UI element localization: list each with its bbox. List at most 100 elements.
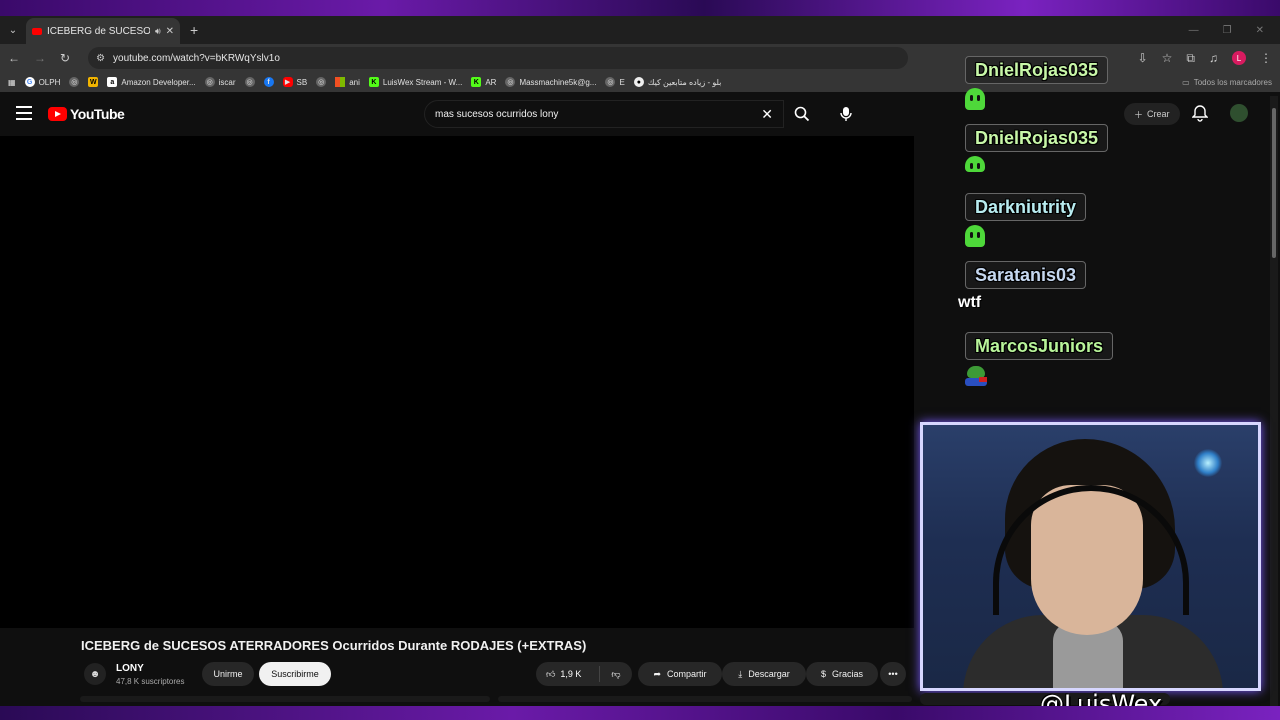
video-player[interactable] <box>0 136 914 628</box>
search-button[interactable] <box>784 100 820 128</box>
new-tab-button[interactable]: + <box>190 22 198 38</box>
bookmark-item[interactable]: ◎ <box>316 77 327 87</box>
bookmark-item[interactable]: G OLPH <box>24 77 60 87</box>
chat-username: Darkniutrity <box>965 193 1087 221</box>
bookmark-item[interactable]: ◎ E <box>605 77 625 87</box>
globe-icon: ◎ <box>316 77 327 87</box>
minimize-icon[interactable]: — <box>1189 25 1199 36</box>
bookmark-item[interactable]: K AR <box>471 77 496 87</box>
kick-icon: K <box>368 77 379 87</box>
share-icon: ➦ <box>653 668 662 679</box>
bookmark-item[interactable]: ani <box>335 77 360 87</box>
bookmark-item[interactable]: ◎ Massmachine5k@g... <box>505 77 596 87</box>
bookmark-item[interactable]: K LuisWex Stream - W... <box>368 77 462 87</box>
youtube-logo-text: YouTube <box>70 106 125 122</box>
back-icon[interactable]: ← <box>8 51 20 65</box>
w-icon: W <box>88 77 99 87</box>
join-button[interactable]: Unirme <box>202 662 254 686</box>
install-app-icon[interactable]: ⇩ <box>1138 51 1148 65</box>
close-tab-icon[interactable]: ✕ <box>166 26 174 37</box>
clear-search-icon[interactable]: ✕ <box>761 106 773 123</box>
tab-title: ICEBERG de SUCESOS ATERR <box>47 25 150 37</box>
thanks-button[interactable]: $ Gracias <box>806 662 878 686</box>
download-icon: ⤓ <box>738 668 743 679</box>
thumbs-up-icon: 👍︎ <box>546 668 556 679</box>
notifications-bell-icon[interactable] <box>1191 104 1209 127</box>
browser-tab[interactable]: ICEBERG de SUCESOS ATERR 🔊︎ ✕ <box>26 18 180 44</box>
bookmark-item[interactable]: W <box>88 77 99 87</box>
bookmark-item[interactable]: ▶ SB <box>282 77 307 87</box>
chat-message: Saratanis03 <box>965 261 1087 289</box>
download-button[interactable]: ⤓ Descargar <box>722 662 806 686</box>
bookmark-item[interactable]: f <box>263 77 274 87</box>
microsoft-icon <box>335 77 346 87</box>
bookmark-star-icon[interactable]: ☆ <box>1162 51 1173 65</box>
google-icon: G <box>24 77 35 87</box>
more-actions-button[interactable]: ••• <box>880 662 906 686</box>
all-bookmarks-folder[interactable]: ▭ Todos los marcadores <box>1182 78 1272 87</box>
bookmark-item[interactable]: ◎ iscar <box>204 77 236 87</box>
apps-grid-icon[interactable]: ▦ <box>8 78 16 87</box>
site-info-icon[interactable]: ⚙︎ <box>96 53 105 64</box>
bookmark-item[interactable]: a Amazon Developer... <box>107 77 196 87</box>
page-scrollbar[interactable] <box>1270 96 1278 706</box>
chat-username: DnielRojas035 <box>965 56 1109 84</box>
profile-avatar[interactable]: L <box>1232 51 1246 65</box>
subscribe-button[interactable]: Suscribirme <box>259 662 331 686</box>
green-blob-emote <box>965 156 985 172</box>
chat-username: DnielRojas035 <box>965 124 1109 152</box>
chat-message: DnielRojas035 <box>965 124 1109 172</box>
forward-icon[interactable]: → <box>34 51 46 65</box>
search-query[interactable]: mas sucesos ocurridos lony <box>435 109 558 120</box>
like-button[interactable]: 👍︎ 1,9 K <box>536 666 600 682</box>
channel-name[interactable]: LONY <box>116 663 144 674</box>
user-avatar[interactable] <box>1230 104 1248 122</box>
background-light <box>1194 449 1222 477</box>
url-text[interactable]: youtube.com/watch?v=bKRWqYslv1o <box>113 53 280 64</box>
microphone-icon <box>840 107 852 121</box>
speaker-icon[interactable]: 🔊︎ <box>155 26 161 37</box>
globe-icon: ◎ <box>69 77 80 87</box>
share-button[interactable]: ➦ Compartir <box>638 662 722 686</box>
bookmark-item[interactable]: ● بلو - زياده متابعين كيك <box>633 77 721 87</box>
amazon-icon: a <box>107 77 118 87</box>
extensions-icon[interactable]: ⧉ <box>1186 51 1195 66</box>
description-box-edge <box>80 696 490 702</box>
media-control-icon[interactable]: ♫ <box>1209 51 1218 65</box>
channel-avatar[interactable]: ☻ <box>84 663 106 685</box>
create-button[interactable]: ＋ Crear <box>1124 103 1180 125</box>
bookmark-item[interactable]: ◎ <box>69 77 80 87</box>
dislike-button[interactable]: 👎︎ <box>600 669 632 680</box>
search-input[interactable]: mas sucesos ocurridos lony ✕ <box>424 100 784 128</box>
video-title: ICEBERG de SUCESOS ATERRADORES Ocurridos… <box>81 638 587 653</box>
globe-icon: ◎ <box>505 77 516 87</box>
chat-username: Saratanis03 <box>965 261 1087 289</box>
menu-kebab-icon[interactable]: ⋮ <box>1260 51 1272 65</box>
globe-icon: ◎ <box>605 77 616 87</box>
bookmark-item[interactable]: ◎ <box>244 77 255 87</box>
green-blob-emote <box>965 88 985 110</box>
like-dislike-group: 👍︎ 1,9 K 👎︎ <box>536 662 632 686</box>
youtube-icon: ▶ <box>282 77 293 87</box>
like-count: 1,9 K <box>560 669 582 679</box>
browser-tab-bar: ⌄ ICEBERG de SUCESOS ATERR 🔊︎ ✕ + — ❐ ✕ <box>0 16 1280 44</box>
chat-message: Darkniutrity <box>965 193 1087 247</box>
chat-message: DnielRojas035 <box>965 56 1109 110</box>
voice-search-button[interactable] <box>832 100 860 128</box>
thumbs-down-icon: 👎︎ <box>611 668 621 679</box>
youtube-favicon-icon <box>32 27 42 35</box>
scrollbar-thumb[interactable] <box>1272 108 1276 258</box>
more-horizontal-icon: ••• <box>888 669 898 679</box>
hamburger-menu-icon[interactable] <box>16 106 32 120</box>
globe-icon: ◎ <box>204 77 215 87</box>
youtube-logo[interactable]: YouTube <box>48 106 125 122</box>
tab-search-icon[interactable]: ⌄ <box>0 25 26 36</box>
maximize-icon[interactable]: ❐ <box>1223 25 1232 36</box>
globe-icon: ◎ <box>244 77 255 87</box>
url-bar[interactable]: ⚙︎ youtube.com/watch?v=bKRWqYslv1o <box>88 47 909 69</box>
chips-bar-edge <box>498 696 912 702</box>
close-window-icon[interactable]: ✕ <box>1256 25 1264 36</box>
green-blob-emote <box>965 225 985 247</box>
chat-message-text: wtf <box>958 294 982 311</box>
reload-icon[interactable]: ↻ <box>60 51 70 65</box>
